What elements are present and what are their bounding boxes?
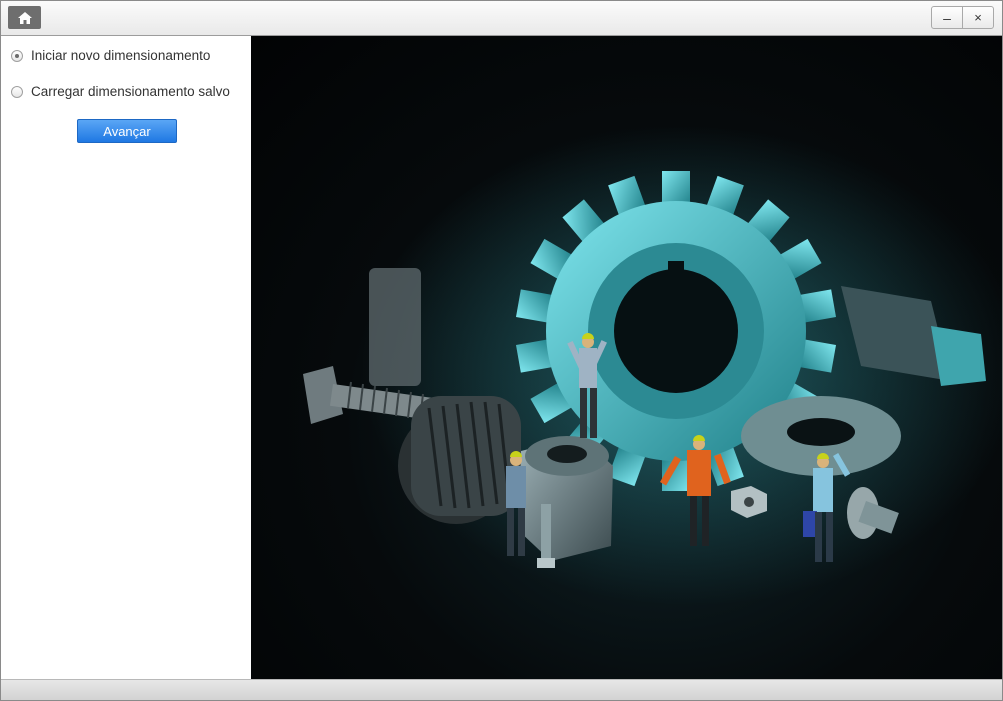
option-load-sizing[interactable]: Carregar dimensionamento salvo [11, 84, 230, 99]
gear-workers-illustration [303, 126, 1002, 606]
option-new-sizing-label: Iniciar novo dimensionamento [31, 48, 211, 63]
home-button[interactable] [8, 6, 41, 29]
radio-load-sizing[interactable] [11, 85, 23, 98]
hero-image [251, 36, 1002, 679]
status-bar [1, 679, 1002, 700]
close-button[interactable]: × [962, 6, 994, 29]
app-window: – × Iniciar novo dimensionamento Carrega… [0, 0, 1003, 701]
advance-button[interactable]: Avançar [77, 119, 177, 143]
title-bar: – × [1, 1, 1002, 36]
options-panel: Iniciar novo dimensionamento Carregar di… [1, 36, 251, 679]
minimize-button[interactable]: – [931, 6, 963, 29]
option-load-sizing-label: Carregar dimensionamento salvo [31, 84, 230, 99]
radio-new-sizing[interactable] [11, 49, 23, 62]
option-new-sizing[interactable]: Iniciar novo dimensionamento [11, 48, 210, 63]
home-icon [17, 11, 32, 24]
